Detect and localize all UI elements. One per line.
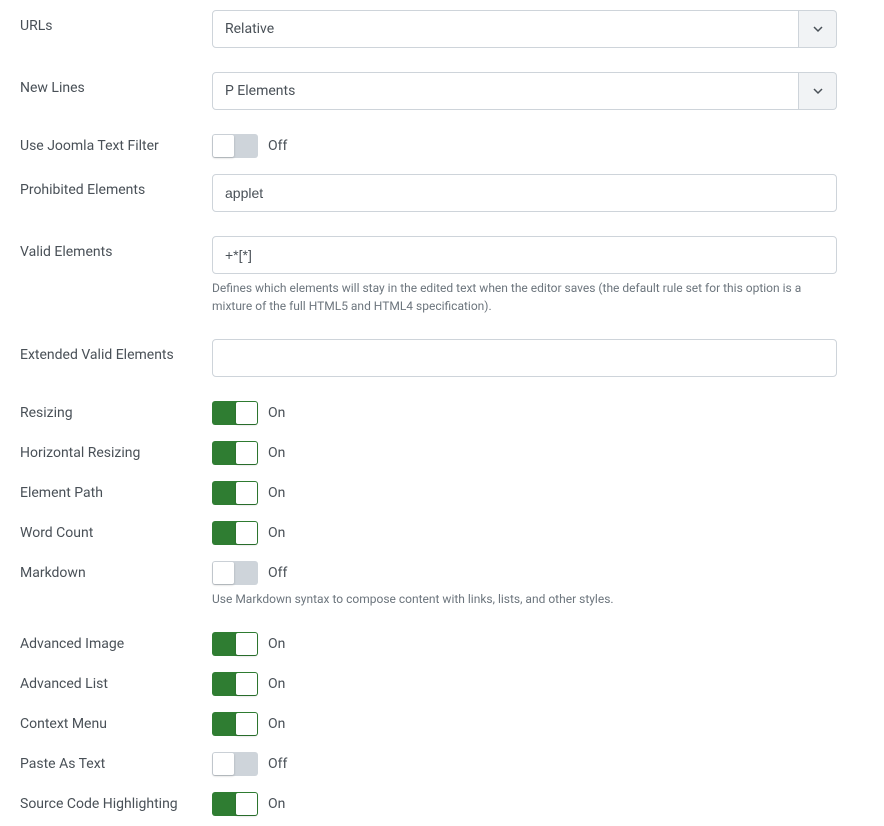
- horizontal-resizing-state: On: [268, 445, 285, 461]
- resizing-label: Resizing: [20, 401, 212, 421]
- advanced-image-state: On: [268, 636, 285, 652]
- resizing-state: On: [268, 405, 285, 421]
- markdown-label: Markdown: [20, 561, 212, 581]
- joomla-filter-toggle[interactable]: [212, 134, 258, 158]
- advanced-list-label: Advanced List: [20, 672, 212, 692]
- prohibited-input[interactable]: [212, 174, 837, 212]
- markdown-state: Off: [268, 565, 287, 581]
- newlines-label: New Lines: [20, 72, 212, 96]
- extended-valid-label: Extended Valid Elements: [20, 339, 212, 363]
- urls-label: URLs: [20, 10, 212, 34]
- urls-select[interactable]: Relative: [212, 10, 837, 48]
- context-menu-toggle[interactable]: [212, 712, 258, 736]
- valid-elements-label: Valid Elements: [20, 236, 212, 260]
- word-count-toggle[interactable]: [212, 521, 258, 545]
- horizontal-resizing-label: Horizontal Resizing: [20, 441, 212, 461]
- word-count-label: Word Count: [20, 521, 212, 541]
- horizontal-resizing-toggle[interactable]: [212, 441, 258, 465]
- element-path-toggle[interactable]: [212, 481, 258, 505]
- newlines-select[interactable]: P Elements: [212, 72, 837, 110]
- advanced-image-label: Advanced Image: [20, 632, 212, 652]
- markdown-toggle[interactable]: [212, 561, 258, 585]
- context-menu-label: Context Menu: [20, 712, 212, 732]
- resizing-toggle[interactable]: [212, 401, 258, 425]
- context-menu-state: On: [268, 716, 285, 732]
- source-code-highlighting-toggle[interactable]: [212, 792, 258, 816]
- newlines-value: P Elements: [212, 72, 799, 110]
- advanced-list-state: On: [268, 676, 285, 692]
- urls-value: Relative: [212, 10, 799, 48]
- paste-as-text-state: Off: [268, 756, 287, 772]
- source-code-highlighting-label: Source Code Highlighting: [20, 792, 212, 812]
- element-path-label: Element Path: [20, 481, 212, 501]
- chevron-down-icon[interactable]: [799, 72, 837, 110]
- chevron-down-icon[interactable]: [799, 10, 837, 48]
- joomla-filter-state: Off: [268, 138, 287, 154]
- prohibited-label: Prohibited Elements: [20, 174, 212, 198]
- valid-elements-help: Defines which elements will stay in the …: [212, 279, 837, 315]
- word-count-state: On: [268, 525, 285, 541]
- markdown-help: Use Markdown syntax to compose content w…: [212, 590, 837, 608]
- element-path-state: On: [268, 485, 285, 501]
- source-code-highlighting-state: On: [268, 796, 285, 812]
- paste-as-text-label: Paste As Text: [20, 752, 212, 772]
- advanced-list-toggle[interactable]: [212, 672, 258, 696]
- valid-elements-input[interactable]: [212, 236, 837, 274]
- advanced-image-toggle[interactable]: [212, 632, 258, 656]
- paste-as-text-toggle[interactable]: [212, 752, 258, 776]
- extended-valid-input[interactable]: [212, 339, 837, 377]
- joomla-filter-label: Use Joomla Text Filter: [20, 134, 212, 154]
